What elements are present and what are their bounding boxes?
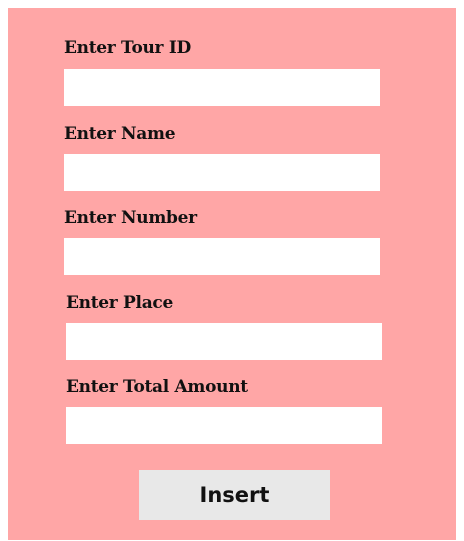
total-amount-input[interactable]: [66, 407, 382, 444]
tour-id-label: Enter Tour ID: [64, 38, 191, 58]
number-label: Enter Number: [64, 208, 197, 228]
tour-id-input[interactable]: [64, 69, 380, 106]
place-input[interactable]: [66, 323, 382, 360]
name-label: Enter Name: [64, 124, 176, 144]
insert-form-panel: Enter Tour ID Enter Name Enter Number En…: [8, 8, 456, 540]
total-amount-label: Enter Total Amount: [66, 377, 248, 397]
name-input[interactable]: [64, 154, 380, 191]
number-input[interactable]: [64, 238, 380, 275]
insert-button[interactable]: Insert: [139, 470, 330, 520]
place-label: Enter Place: [66, 293, 173, 313]
